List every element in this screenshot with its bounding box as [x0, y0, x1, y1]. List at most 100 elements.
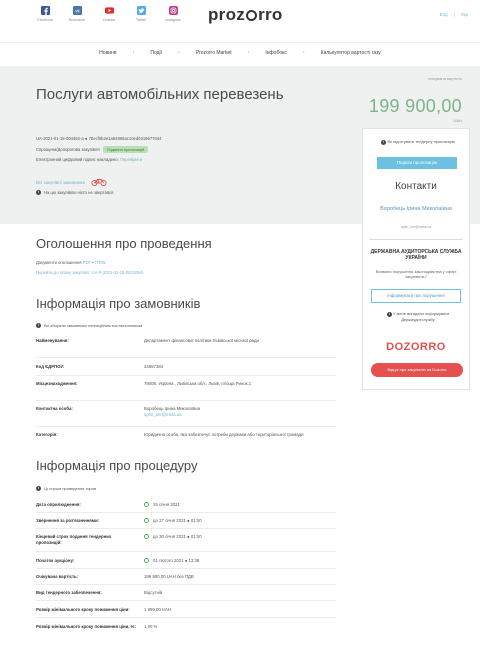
plan-link[interactable]: Перейти до плану закупівлі: UA-P-2021-01…: [36, 270, 143, 275]
language-switcher: Eng | Укр: [440, 12, 468, 17]
social-vk[interactable]: vk Вконтакте: [66, 6, 88, 22]
clock-icon: [144, 502, 149, 508]
clock-icon: [144, 558, 149, 564]
nav-dot: •: [132, 49, 135, 56]
social-twitter[interactable]: Twitter: [130, 6, 152, 22]
row-value-text: 15 січня 2021: [153, 502, 180, 507]
contact-person[interactable]: Воробець Ірина Миколаївна: [363, 205, 469, 214]
no-complaints-text: На цю закупівлю ніхто не звертався: [44, 190, 114, 195]
row-divider: [36, 568, 336, 569]
how-to-prepare-text: Як підготувати тендерну пропозицію: [387, 139, 455, 144]
row-divider: [36, 617, 336, 618]
row-value-text: 01 лютого 2021 ● 13:38: [153, 558, 200, 563]
info-icon: i: [386, 312, 392, 317]
tender-title: Послуги автомобільних перевезень: [36, 86, 284, 103]
row-divider: [36, 584, 336, 585]
row-value-text: до 30 січня 2021 ● 01:00: [153, 534, 202, 539]
tender-id: UA-2021-01-15-004362-a ● 70ecf0b2e1a9496…: [36, 136, 162, 141]
instagram-icon: [168, 6, 178, 15]
all-purchases-row: Всі закупівлі замовника: [36, 178, 107, 186]
row-value: 1,00 %: [144, 624, 158, 629]
info-icon: i: [381, 140, 387, 145]
announcement-title: Оголошення про проведення: [36, 236, 212, 251]
signature-text: Електронний цифровий підпис накладено.: [36, 157, 119, 162]
contact-name: Воробець Ірина Миколаївна: [144, 406, 201, 411]
social-instagram[interactable]: Instagram: [162, 6, 184, 22]
nav-events[interactable]: Події: [150, 50, 162, 56]
svg-text:vk: vk: [75, 8, 80, 13]
row-key: Категорія:: [36, 432, 58, 437]
row-divider: [36, 512, 336, 513]
customer-section-title: Інформація про замовників: [36, 296, 201, 311]
lang-en[interactable]: Eng: [440, 12, 448, 17]
nav-dot: •: [302, 49, 305, 56]
audit-service-title: ДЕРЖАВНА АУДИТОРСЬКА СЛУЖБА УКРАЇНИ: [370, 249, 462, 261]
social-links: Facebook vk Вконтакте Youtube Twitter In…: [34, 6, 184, 22]
top-header: Facebook vk Вконтакте Youtube Twitter In…: [0, 0, 480, 40]
logo-circle-icon: [246, 10, 258, 21]
vk-icon: vk: [72, 6, 82, 15]
budget-amount: 199 900,00: [368, 96, 462, 116]
row-key: Розмір мінімального кроку пониження ціни…: [36, 624, 136, 629]
nav-gas-calculator[interactable]: Калькулятор вартості газу: [321, 50, 381, 56]
logo-text-left: proz: [208, 5, 246, 24]
social-label: Instagram: [165, 18, 181, 22]
row-key: Розмір мінімального кроку пониження ціни…: [36, 607, 130, 612]
row-value: Юридична особа, яка забезпечує потреби д…: [144, 432, 304, 437]
social-label: Twitter: [135, 18, 147, 22]
lang-uk[interactable]: Укр: [461, 12, 468, 17]
customer-note: i Ви обирали замовника потенційним поста…: [36, 323, 142, 328]
all-purchases-link[interactable]: Всі закупівлі замовника: [36, 180, 85, 185]
row-divider: [36, 551, 336, 552]
row-divider: [36, 426, 336, 427]
nav-market[interactable]: Prozorro Market: [196, 50, 232, 56]
row-key: Контактна особа:: [36, 406, 73, 411]
nav-news[interactable]: Новини: [99, 50, 116, 56]
row-key: Звернення за роз'ясненнями:: [36, 518, 100, 523]
row-divider: [36, 528, 336, 529]
main-nav: Новини • Події • Prozorro Market • Інфоб…: [0, 42, 480, 62]
info-icon: i: [36, 323, 41, 328]
prozorro-logo[interactable]: proz rro: [208, 5, 283, 25]
submit-offer-button[interactable]: Подати пропозицію: [377, 157, 457, 169]
social-youtube[interactable]: Youtube: [98, 6, 120, 22]
informed-note: i У мене вигадало інформувати Держаудитс…: [373, 311, 463, 322]
social-facebook[interactable]: Facebook: [34, 6, 56, 22]
info-icon: i: [36, 190, 41, 195]
nav-infobox[interactable]: Інфобокс: [265, 50, 286, 56]
docs-separator: •: [92, 260, 94, 265]
docs-html-link[interactable]: HTML: [95, 260, 106, 265]
informed-text: У мене вигадало інформувати Держаудитслу…: [392, 311, 450, 322]
lang-separator: |: [453, 12, 455, 17]
info-icon: i: [36, 486, 41, 491]
row-value: Департамент фінансової політики Львівськ…: [144, 338, 259, 343]
row-divider: [36, 375, 336, 376]
plan-link-row: Перейти до плану закупівлі: UA-P-2021-01…: [36, 270, 143, 275]
row-key: Місцезнаходження:: [36, 381, 78, 386]
youtube-icon: [104, 7, 114, 14]
row-value: 34857384: [144, 364, 164, 369]
verify-signature-link[interactable]: Перевірити: [120, 157, 142, 162]
divider: [369, 239, 463, 240]
docs-pdf-link[interactable]: PDF: [83, 260, 91, 265]
contact-email[interactable]: upfin_lmr@meta.ua: [363, 225, 469, 229]
how-to-prepare-link[interactable]: i Як підготувати тендерну пропозицію: [373, 139, 463, 145]
social-label: Youtube: [102, 18, 116, 22]
no-complaints-row: i На цю закупівлю ніхто не звертався: [36, 190, 113, 195]
row-value: 79008, Україна , Львівська обл., Львів, …: [144, 381, 252, 386]
row-value-text: до 27 січня 2021 ● 01:00: [153, 518, 202, 523]
budget-label: очікувана вартість: [428, 76, 462, 81]
row-key: Код ЄДРПОУ:: [36, 364, 65, 369]
budget-currency: UAH: [453, 118, 462, 123]
procedure-note-text: Ці строки проведення торгів: [44, 486, 97, 491]
row-key: Очікувана вартість:: [36, 574, 79, 579]
contact-email-link[interactable]: upfin_lmr@meta.ua: [144, 412, 182, 417]
row-value: 199 900,00 UAH без ПДВ: [144, 574, 194, 579]
bicycle-icon: [91, 179, 107, 186]
row-value: Воробець Ірина Миколаївна upfin_lmr@meta…: [144, 406, 304, 418]
dozorro-review-button[interactable]: Відгук про закупівлю на Dozorro: [371, 363, 463, 377]
report-violation-button[interactable]: Інформувати про порушення: [371, 289, 461, 303]
nav-dot: •: [247, 49, 250, 56]
row-value: Відсутній: [144, 590, 163, 595]
clock-icon: [144, 518, 149, 524]
